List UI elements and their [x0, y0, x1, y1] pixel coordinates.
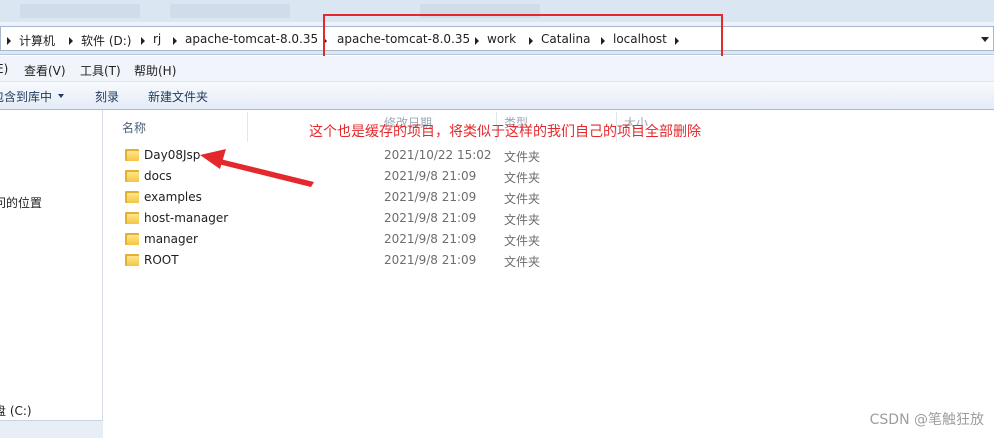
chevron-down-icon[interactable]: [981, 37, 989, 42]
nav-scroll-footer: [0, 420, 103, 438]
file-date: 2021/9/8 21:09: [384, 211, 477, 225]
folder-icon: [125, 149, 139, 161]
folder-icon: [125, 170, 139, 182]
file-type: 文件夹: [504, 213, 541, 227]
menu-edit[interactable]: E): [0, 62, 8, 76]
menu-view[interactable]: 查看(V): [24, 62, 66, 79]
folder-icon: [125, 254, 139, 266]
chevron-right-icon[interactable]: [69, 37, 73, 45]
file-date: 2021/10/22 15:02: [384, 148, 492, 162]
chevron-right-icon[interactable]: [173, 37, 177, 45]
column-divider[interactable]: [247, 112, 248, 142]
watermark: CSDN @笔触狂放: [869, 412, 984, 428]
file-name: Day08Jsp: [144, 148, 201, 162]
menu-tools[interactable]: 工具(T): [80, 62, 121, 79]
new-folder-button[interactable]: 新建文件夹: [148, 88, 208, 105]
navigation-pane: 问的位置 盘 (C:): [0, 110, 103, 438]
chevron-down-icon[interactable]: [58, 94, 64, 98]
list-item[interactable]: host-manager 2021/9/8 21:09 文件夹: [122, 209, 552, 229]
menu-help[interactable]: 帮助(H): [134, 62, 176, 79]
list-item[interactable]: manager 2021/9/8 21:09 文件夹: [122, 230, 552, 250]
list-item[interactable]: docs 2021/9/8 21:09 文件夹: [122, 167, 552, 187]
crumb-computer[interactable]: 计算机: [19, 32, 55, 49]
file-type: 文件夹: [504, 192, 541, 206]
file-name: docs: [144, 169, 172, 183]
file-name: ROOT: [144, 253, 179, 267]
folder-icon: [125, 212, 139, 224]
command-bar: 包含到库中 刻录 新建文件夹: [0, 82, 994, 110]
file-name: manager: [144, 232, 198, 246]
burn-button[interactable]: 刻录: [95, 88, 119, 105]
annotation-text: 这个也是缓存的项目，将类似于这样的我们自己的项目全部删除: [309, 124, 701, 140]
column-name-header[interactable]: 名称: [122, 119, 146, 136]
file-date: 2021/9/8 21:09: [384, 190, 477, 204]
chevron-right-icon[interactable]: [141, 37, 145, 45]
file-name: host-manager: [144, 211, 229, 225]
red-arrow-icon: [200, 149, 314, 187]
list-item[interactable]: examples 2021/9/8 21:09 文件夹: [122, 188, 552, 208]
include-in-library-button[interactable]: 包含到库中: [0, 88, 52, 105]
title-ghost: [170, 4, 290, 18]
file-type: 文件夹: [504, 171, 541, 185]
file-type: 文件夹: [504, 234, 541, 248]
file-type: 文件夹: [504, 150, 541, 164]
nav-recent-places[interactable]: 问的位置: [0, 194, 42, 211]
crumb-rj[interactable]: rj: [153, 32, 161, 46]
file-type: 文件夹: [504, 255, 541, 269]
title-ghost: [20, 4, 140, 18]
file-date: 2021/9/8 21:09: [384, 169, 477, 183]
list-item[interactable]: Day08Jsp 2021/10/22 15:02 文件夹: [122, 146, 552, 166]
list-item[interactable]: ROOT 2021/9/8 21:09 文件夹: [122, 251, 552, 271]
crumb-tomcat-outer[interactable]: apache-tomcat-8.0.35: [185, 32, 318, 46]
chevron-right-icon[interactable]: [7, 37, 11, 45]
menu-bar: E) 查看(V) 工具(T) 帮助(H): [0, 56, 994, 82]
folder-icon: [125, 191, 139, 203]
file-date: 2021/9/8 21:09: [384, 253, 477, 267]
file-date: 2021/9/8 21:09: [384, 232, 477, 246]
crumb-drive-d[interactable]: 软件 (D:): [81, 32, 131, 49]
nav-drive-c[interactable]: 盘 (C:): [0, 402, 32, 419]
file-name: examples: [144, 190, 202, 204]
red-highlight-box: [323, 14, 723, 60]
folder-icon: [125, 233, 139, 245]
